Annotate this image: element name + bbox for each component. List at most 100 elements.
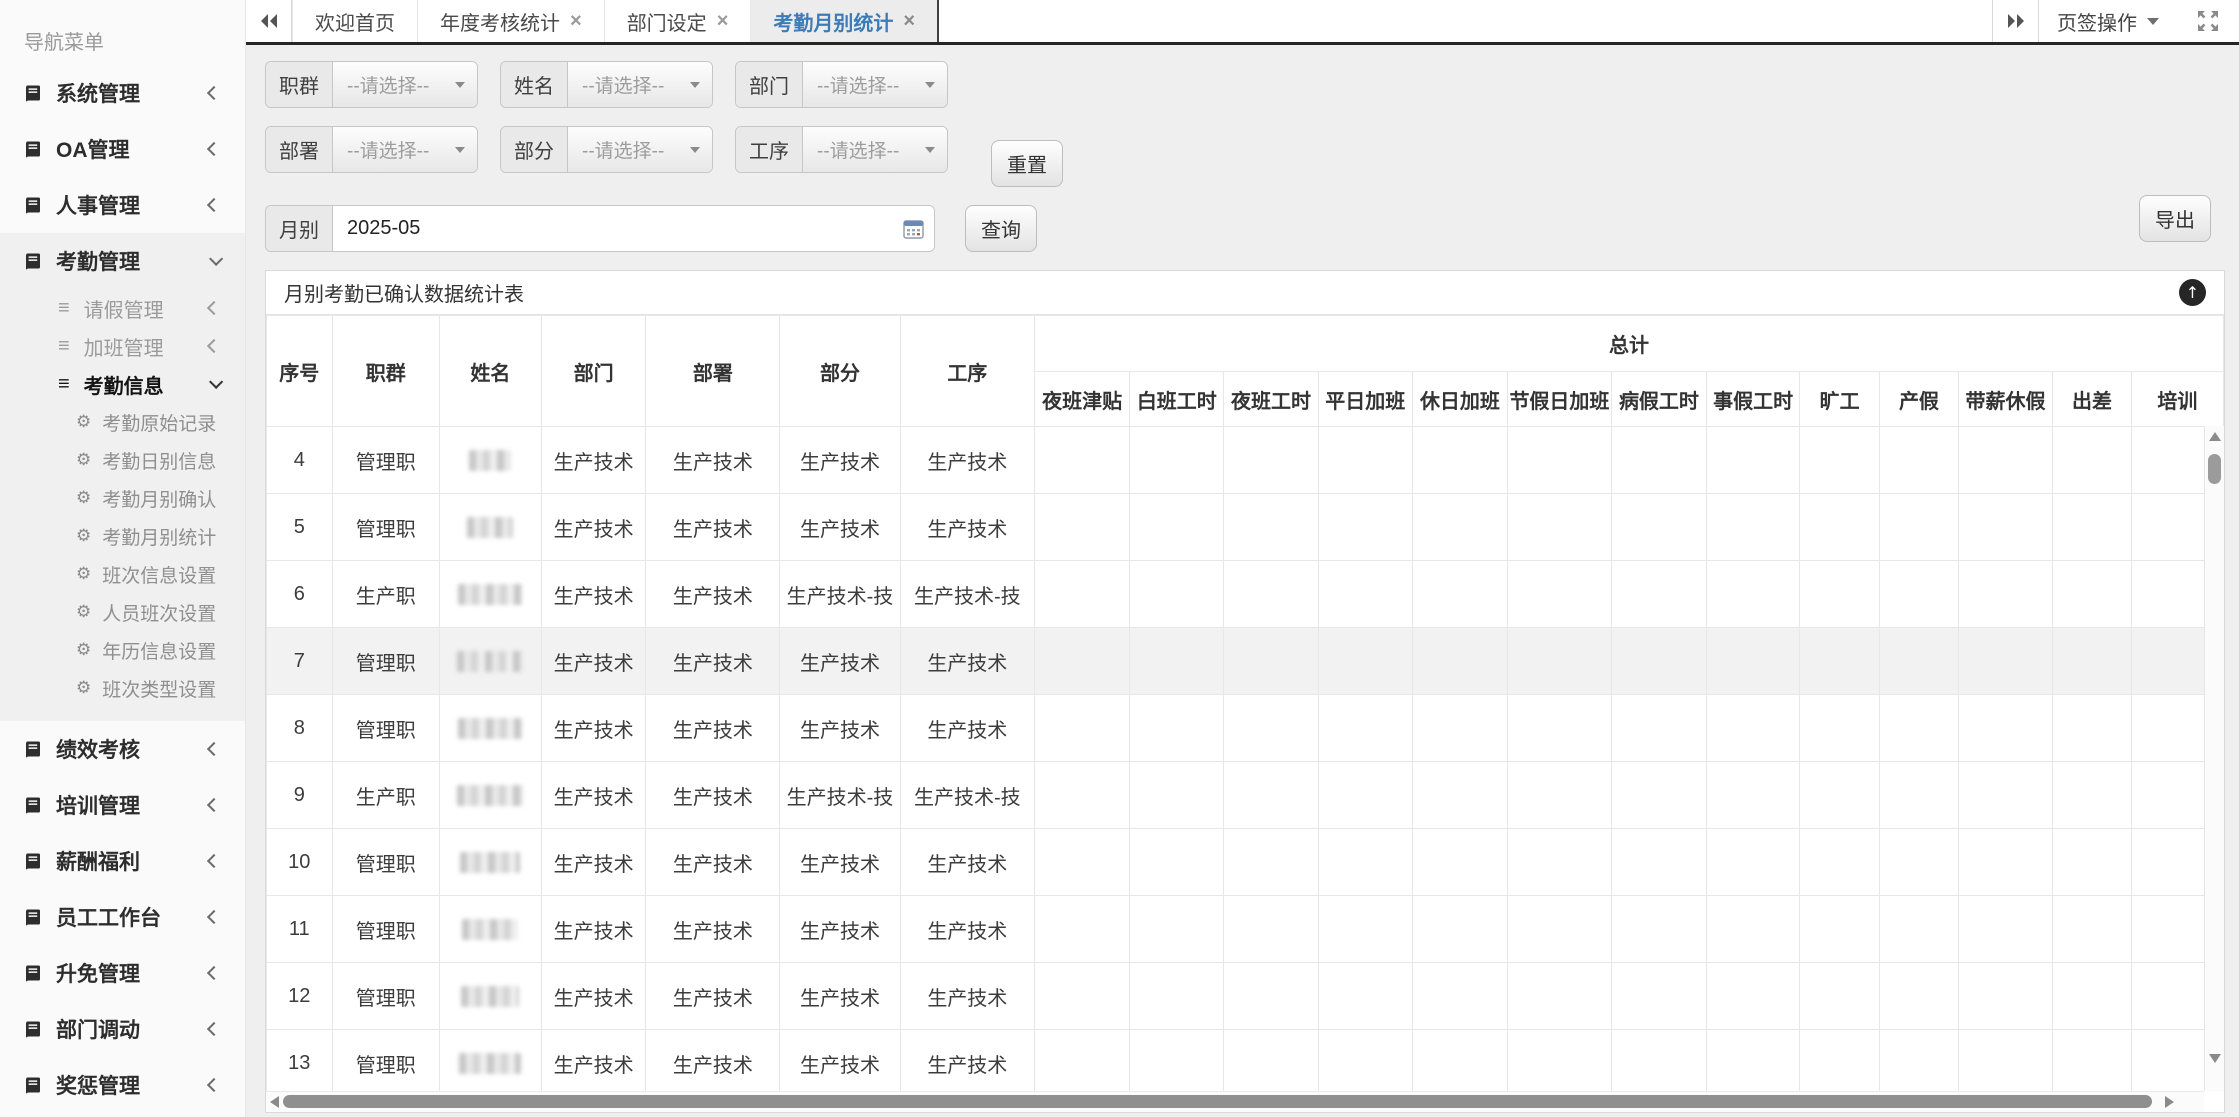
filter-select-部门[interactable]: --请选择-- (803, 62, 947, 107)
sidebar-item-升免管理[interactable]: 升免管理 (0, 945, 245, 1001)
sidebar-item-部门调动[interactable]: 部门调动 (0, 1001, 245, 1057)
select-value: --请选择-- (347, 71, 429, 98)
sidebar-leaf-考勤月别确认[interactable]: ⚙考勤月别确认 (0, 479, 245, 517)
sidebar-subitem-加班管理[interactable]: ≡加班管理 (0, 327, 245, 365)
sidebar-subitem-考勤信息[interactable]: ≡考勤信息 (0, 365, 245, 403)
horizontal-scrollbar[interactable] (266, 1091, 2204, 1112)
scroll-tabs-left-button[interactable] (246, 0, 292, 42)
close-icon[interactable]: × (903, 10, 915, 33)
sidebar-leaf-班次信息设置[interactable]: ⚙班次信息设置 (0, 555, 245, 593)
bars-icon: ≡ (58, 335, 70, 358)
filter-select-职群[interactable]: --请选择-- (333, 62, 477, 107)
sidebar-item-考勤管理[interactable]: 考勤管理 (0, 233, 245, 289)
close-icon[interactable]: × (717, 10, 729, 33)
tab-部门设定[interactable]: 部门设定× (605, 0, 752, 42)
cell-process: 生产技术 (900, 427, 1034, 494)
table-row[interactable]: 13管理职生产技术生产技术生产技术生产技术 (267, 1030, 2224, 1092)
table-row[interactable]: 10管理职生产技术生产技术生产技术生产技术 (267, 829, 2224, 896)
stats-panel: 月别考勤已确认数据统计表 ↑ 序号职群姓名部门部署部分工序总计夜班津贴白班工时夜… (265, 270, 2225, 1113)
scroll-up-arrow-icon[interactable] (2209, 432, 2221, 441)
scroll-tabs-right-button[interactable] (1992, 0, 2038, 42)
sidebar-item-label: 系统管理 (56, 78, 209, 108)
collapse-panel-button[interactable]: ↑ (2179, 279, 2206, 306)
scroll-right-arrow-icon[interactable] (2165, 1096, 2174, 1108)
scroll-left-arrow-icon[interactable] (270, 1096, 279, 1108)
table-row[interactable]: 5管理职生产技术生产技术生产技术生产技术 (267, 494, 2224, 561)
cell-stat (1611, 829, 1706, 896)
cell-stat (1800, 762, 1880, 829)
cell-stat (1800, 963, 1880, 1030)
cell-process: 生产技术 (900, 963, 1034, 1030)
sidebar-item-员工工作台[interactable]: 员工工作台 (0, 889, 245, 945)
table-row[interactable]: 8管理职生产技术生产技术生产技术生产技术 (267, 695, 2224, 762)
cell-stat (2053, 695, 2132, 762)
filter-group-姓名: 姓名--请选择-- (500, 61, 713, 108)
tab-operations-dropdown[interactable]: 页签操作 (2038, 0, 2177, 42)
horizontal-scroll-thumb[interactable] (283, 1095, 2152, 1108)
tab-欢迎首页[interactable]: 欢迎首页 (292, 0, 418, 42)
sidebar-leaf-考勤月别统计[interactable]: ⚙考勤月别统计 (0, 517, 245, 555)
close-icon[interactable]: × (570, 10, 582, 33)
redacted-name (457, 651, 523, 672)
table-row[interactable]: 7管理职生产技术生产技术生产技术生产技术 (267, 628, 2224, 695)
sidebar-item-人事管理[interactable]: 人事管理 (0, 177, 245, 233)
cell-stat (1880, 762, 1959, 829)
month-field-group: 月别 (265, 205, 935, 252)
reset-button[interactable]: 重置 (991, 140, 1063, 187)
gear-icon: ⚙ (76, 488, 91, 508)
table-row[interactable]: 12管理职生产技术生产技术生产技术生产技术 (267, 963, 2224, 1030)
sidebar-item-薪酬福利[interactable]: 薪酬福利 (0, 833, 245, 889)
sidebar-item-绩效考核[interactable]: 绩效考核 (0, 721, 245, 777)
sidebar-item-培训管理[interactable]: 培训管理 (0, 777, 245, 833)
sidebar-leaf-考勤原始记录[interactable]: ⚙考勤原始记录 (0, 403, 245, 441)
tab-考勤月别统计[interactable]: 考勤月别统计× (751, 0, 939, 42)
query-button[interactable]: 查询 (965, 205, 1037, 252)
export-button[interactable]: 导出 (2139, 195, 2211, 242)
cell-stat (2053, 427, 2132, 494)
column-header-旷工: 旷工 (1800, 372, 1880, 427)
cell-stat (1318, 427, 1412, 494)
cell-stat (1412, 829, 1507, 896)
sidebar-leaf-人员班次设置[interactable]: ⚙人员班次设置 (0, 593, 245, 631)
vertical-scrollbar[interactable] (2204, 426, 2224, 1091)
redacted-name (458, 718, 522, 739)
sidebar-subitem-请假管理[interactable]: ≡请假管理 (0, 289, 245, 327)
cell-dept: 生产技术 (541, 896, 646, 963)
filter-select-工序[interactable]: --请选择-- (803, 127, 947, 172)
column-header-职群: 职群 (332, 316, 439, 427)
cell-no: 12 (267, 963, 333, 1030)
table-row[interactable]: 4管理职生产技术生产技术生产技术生产技术 (267, 427, 2224, 494)
cell-dept: 生产技术 (541, 829, 646, 896)
cell-stat (1412, 427, 1507, 494)
redacted-name (467, 517, 513, 538)
cell-stat (1611, 762, 1706, 829)
sidebar-leaf-年历信息设置[interactable]: ⚙年历信息设置 (0, 631, 245, 669)
table-row[interactable]: 6生产职生产技术生产技术生产技术-技生产技术-技 (267, 561, 2224, 628)
stats-table: 序号职群姓名部门部署部分工序总计夜班津贴白班工时夜班工时平日加班休日加班节假日加… (266, 315, 2224, 1091)
calendar-icon[interactable] (903, 219, 924, 239)
scroll-down-arrow-icon[interactable] (2209, 1054, 2221, 1063)
sidebar-item-OA管理[interactable]: OA管理 (0, 121, 245, 177)
cell-stat (1958, 494, 2052, 561)
sidebar-leaf-考勤日别信息[interactable]: ⚙考勤日别信息 (0, 441, 245, 479)
tab-年度考核统计[interactable]: 年度考核统计× (418, 0, 605, 42)
redacted-name (469, 450, 511, 471)
vertical-scroll-thumb[interactable] (2208, 454, 2221, 484)
sidebar-leaf-班次类型设置[interactable]: ⚙班次类型设置 (0, 669, 245, 707)
cell-section: 生产技术 (780, 494, 900, 561)
filter-select-部分[interactable]: --请选择-- (568, 127, 712, 172)
cell-stat (1224, 695, 1318, 762)
sidebar-item-奖惩管理[interactable]: 奖惩管理 (0, 1057, 245, 1113)
tab-operations-label: 页签操作 (2057, 7, 2137, 36)
cell-stat (1880, 963, 1959, 1030)
sidebar-item-系统管理[interactable]: 系统管理 (0, 65, 245, 121)
fullscreen-button[interactable] (2177, 0, 2239, 42)
filter-select-部署[interactable]: --请选择-- (333, 127, 477, 172)
table-row[interactable]: 11管理职生产技术生产技术生产技术生产技术 (267, 896, 2224, 963)
filter-select-姓名[interactable]: --请选择-- (568, 62, 712, 107)
filter-row-1: 职群--请选择--姓名--请选择--部门--请选择-- (265, 61, 2225, 108)
month-input[interactable] (333, 206, 903, 251)
table-row[interactable]: 9生产职生产技术生产技术生产技术-技生产技术-技 (267, 762, 2224, 829)
book-icon (24, 741, 42, 758)
cell-stat (1318, 963, 1412, 1030)
